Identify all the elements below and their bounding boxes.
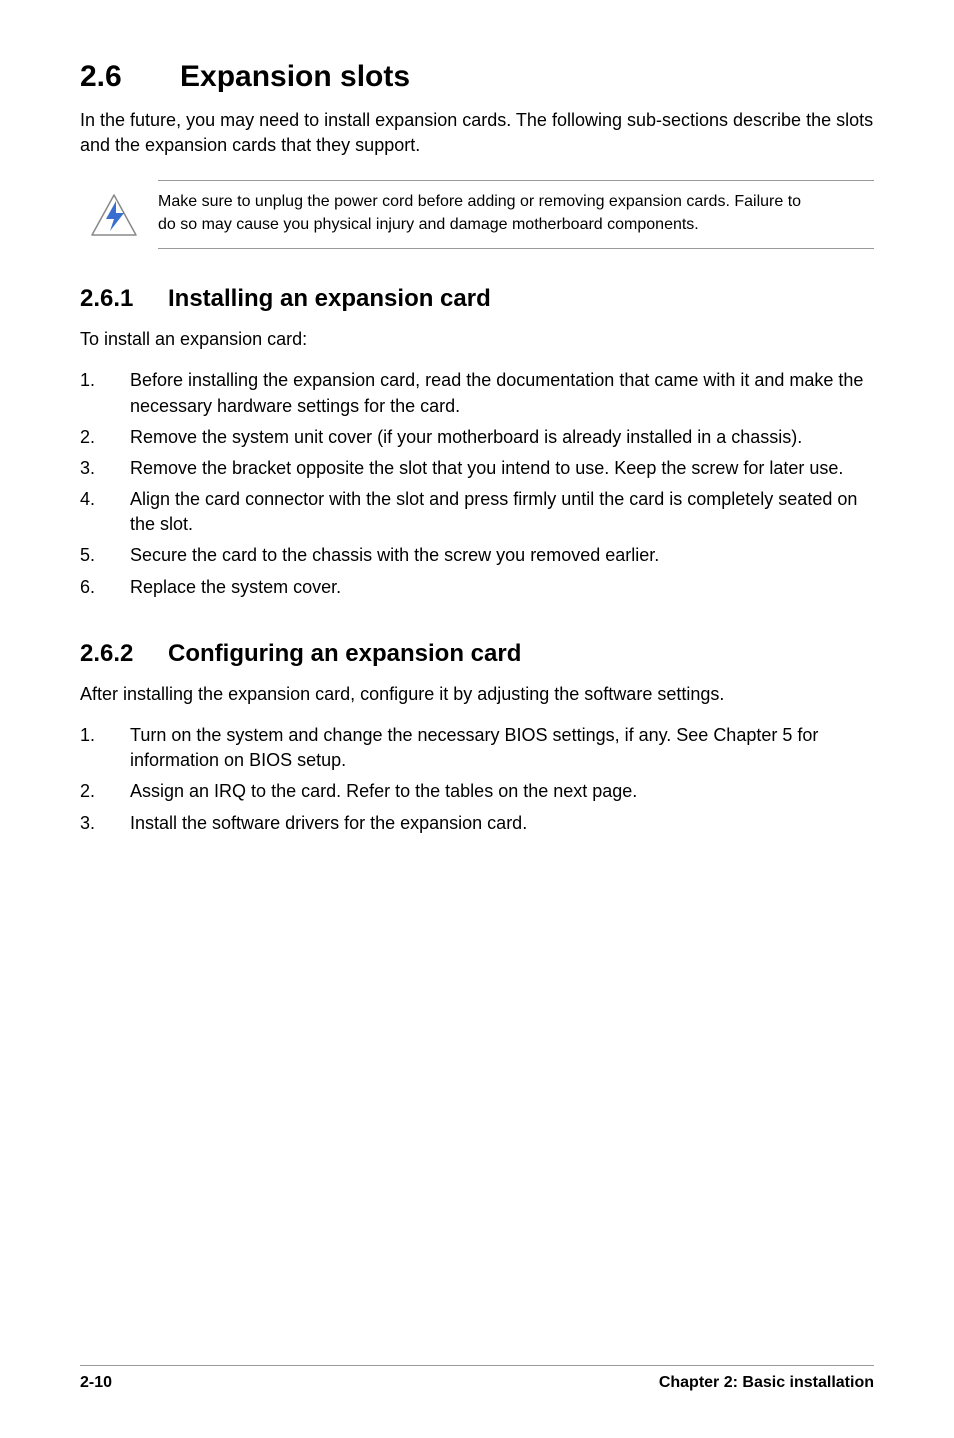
lightning-warning-icon xyxy=(90,193,138,237)
chapter-label: Chapter 2: Basic installation xyxy=(659,1374,874,1392)
list-item: 3. Install the software drivers for the e… xyxy=(80,811,874,836)
list-text: Replace the system cover. xyxy=(130,577,341,597)
list-text: Assign an IRQ to the card. Refer to the … xyxy=(130,781,637,801)
list-item: 4. Align the card connector with the slot… xyxy=(80,487,874,537)
subsection-heading-2: 2.6.2Configuring an expansion card xyxy=(80,640,874,668)
list-item: 2. Assign an IRQ to the card. Refer to th… xyxy=(80,779,874,804)
section-title: Expansion slots xyxy=(180,60,410,93)
list-text: Secure the card to the chassis with the … xyxy=(130,545,659,565)
list-marker: 4. xyxy=(80,487,95,512)
list-marker: 1. xyxy=(80,368,95,393)
list-marker: 1. xyxy=(80,723,95,748)
subsection-title: Configuring an expansion card xyxy=(168,640,521,667)
subsection-intro: To install an expansion card: xyxy=(80,327,874,352)
list-text: Remove the system unit cover (if your mo… xyxy=(130,427,802,447)
subsection-intro: After installing the expansion card, con… xyxy=(80,682,874,707)
list-text: Install the software drivers for the exp… xyxy=(130,813,527,833)
subsection-number: 2.6.2 xyxy=(80,640,168,668)
list-marker: 3. xyxy=(80,811,95,836)
page-footer: 2-10 Chapter 2: Basic installation xyxy=(80,1365,874,1392)
list-item: 6. Replace the system cover. xyxy=(80,575,874,600)
install-steps-list: 1. Before installing the expansion card, … xyxy=(80,368,874,600)
list-text: Turn on the system and change the necess… xyxy=(130,725,818,770)
list-item: 5. Secure the card to the chassis with th… xyxy=(80,543,874,568)
warning-text: Make sure to unplug the power cord befor… xyxy=(158,191,874,236)
list-marker: 2. xyxy=(80,779,95,804)
warning-note: Make sure to unplug the power cord befor… xyxy=(158,180,874,249)
section-heading: 2.6Expansion slots xyxy=(80,60,874,94)
list-marker: 3. xyxy=(80,456,95,481)
list-text: Align the card connector with the slot a… xyxy=(130,489,857,534)
list-item: 1. Turn on the system and change the nece… xyxy=(80,723,874,773)
list-item: 2. Remove the system unit cover (if your … xyxy=(80,425,874,450)
subsection-heading-1: 2.6.1Installing an expansion card xyxy=(80,285,874,313)
list-marker: 2. xyxy=(80,425,95,450)
configure-steps-list: 1. Turn on the system and change the nece… xyxy=(80,723,874,836)
subsection-title: Installing an expansion card xyxy=(168,285,491,312)
list-marker: 6. xyxy=(80,575,95,600)
section-intro: In the future, you may need to install e… xyxy=(80,108,874,158)
list-item: 1. Before installing the expansion card, … xyxy=(80,368,874,418)
list-text: Remove the bracket opposite the slot tha… xyxy=(130,458,843,478)
subsection-number: 2.6.1 xyxy=(80,285,168,313)
page-number: 2-10 xyxy=(80,1374,112,1392)
list-marker: 5. xyxy=(80,543,95,568)
list-text: Before installing the expansion card, re… xyxy=(130,370,863,415)
list-item: 3. Remove the bracket opposite the slot t… xyxy=(80,456,874,481)
section-number: 2.6 xyxy=(80,60,180,94)
